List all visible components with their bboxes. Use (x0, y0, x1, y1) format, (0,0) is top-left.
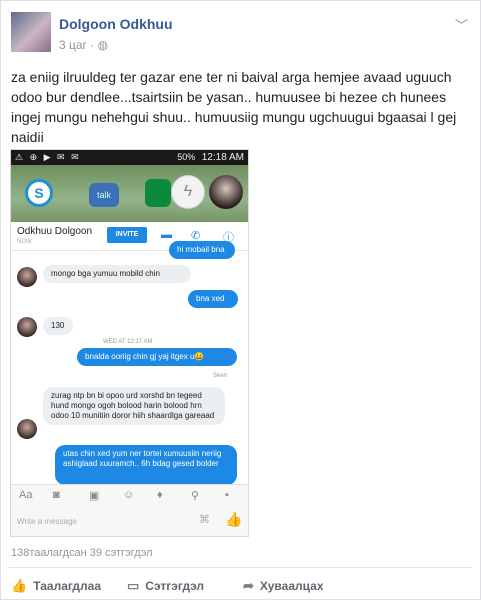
post-card: Dolgoon Odkhuu 3 цаг · ◍ ﹀ za eniig ilru… (0, 0, 481, 600)
sticker-icon[interactable]: ⌘ (199, 513, 210, 526)
message-bubble: hi mobail bna (169, 241, 235, 259)
globe-icon: ◍ (97, 38, 109, 52)
thumbs-up-icon: 👍 (11, 578, 28, 593)
message-composer: Aa ◙ ▣ ☺ ♦ ⚲ ▪ Write a message ⌘ 👍 (11, 484, 248, 536)
author-name[interactable]: Dolgoon Odkhuu (59, 16, 173, 32)
presence-label: NOW (17, 239, 32, 245)
message-bubble: 130 (43, 317, 73, 335)
thumbs-up-icon[interactable]: 👍 (225, 511, 242, 528)
camera-icon[interactable]: ◙ (53, 489, 60, 501)
attached-screenshot[interactable]: ⚠ ⊕ ▶ ✉ ✉ 50% 12:18 AM S talk ϟ Odkhuu D… (10, 149, 249, 537)
share-label: Хуваалцах (259, 579, 324, 593)
comment-button[interactable]: ▭ Сэтгэгдэл (127, 578, 204, 594)
message-bubble: bnalda ooriig chin gj yaj itgex u😀 (77, 348, 237, 366)
invite-button[interactable]: INVITE (107, 227, 147, 243)
text-format-button[interactable]: Aa (19, 489, 32, 501)
home-launcher: S talk ϟ (11, 165, 248, 222)
gallery-icon[interactable]: ▣ (89, 489, 99, 502)
post-text: za eniig ilruuldeg ter gazar ene ter ni … (11, 69, 457, 145)
message-list: hi mobail bna mongo bga yumuu mobild chi… (11, 241, 248, 485)
location-icon[interactable]: ⚲ (191, 489, 199, 502)
like-button[interactable]: 👍 Таалагдлаа (11, 578, 101, 594)
contact-chathead-avatar[interactable] (209, 175, 243, 209)
likes-count[interactable]: 138таалагдсан (11, 547, 87, 559)
contact-avatar (17, 317, 37, 337)
emoji-icon[interactable]: ☺ (123, 489, 134, 501)
message-bubble: mongo bga yumuu mobild chin (43, 265, 191, 283)
author-avatar[interactable] (11, 12, 51, 52)
skype-icon: S (25, 179, 53, 207)
post-meta: 3 цаг · ◍ (59, 38, 109, 52)
divider (9, 567, 472, 568)
message-bubble: bna xed (188, 290, 238, 308)
comment-icon: ▭ (127, 578, 140, 593)
share-button[interactable]: ➦ Хуваалцах (243, 578, 324, 594)
contact-avatar (17, 419, 37, 439)
comment-label: Сэтгэгдэл (145, 579, 205, 593)
like-label: Таалагдлаа (33, 579, 101, 593)
video-call-icon[interactable]: ▬ (161, 229, 172, 241)
status-time: 12:18 AM (201, 152, 244, 163)
status-icons: ⚠ ⊕ ▶ ✉ ✉ (15, 152, 81, 162)
more-icon[interactable]: ▪ (225, 489, 229, 501)
chevron-down-icon[interactable]: ﹀ (455, 15, 468, 34)
messenger-chathead-icon[interactable]: ϟ (171, 175, 205, 209)
contact-avatar (17, 267, 37, 287)
message-input[interactable]: Write a message (17, 517, 77, 526)
message-bubble: utas chin xed yum ner tortei xumuusiin n… (55, 445, 237, 485)
comments-count[interactable]: 39 сэтгэгдэл (90, 547, 153, 559)
share-icon: ➦ (243, 578, 254, 593)
post-time[interactable]: 3 цаг (59, 38, 87, 52)
talk-icon: talk (89, 183, 119, 207)
phone-app-icon (145, 179, 171, 207)
seen-indicator: Seen (213, 373, 228, 379)
engagement-counts: 138таалагдсан 39 сэтгэгдэл (11, 547, 153, 559)
phone-status-bar: ⚠ ⊕ ▶ ✉ ✉ 50% 12:18 AM (11, 150, 248, 165)
contact-name[interactable]: Odkhuu Dolgoon (17, 226, 92, 237)
microphone-icon[interactable]: ♦ (157, 489, 163, 501)
battery-level: 50% (177, 152, 196, 162)
message-bubble: zurag ntp bn bi opoo urd xorshd bn tegee… (43, 387, 225, 425)
date-separator: WED AT 12:17 AM (103, 339, 153, 345)
